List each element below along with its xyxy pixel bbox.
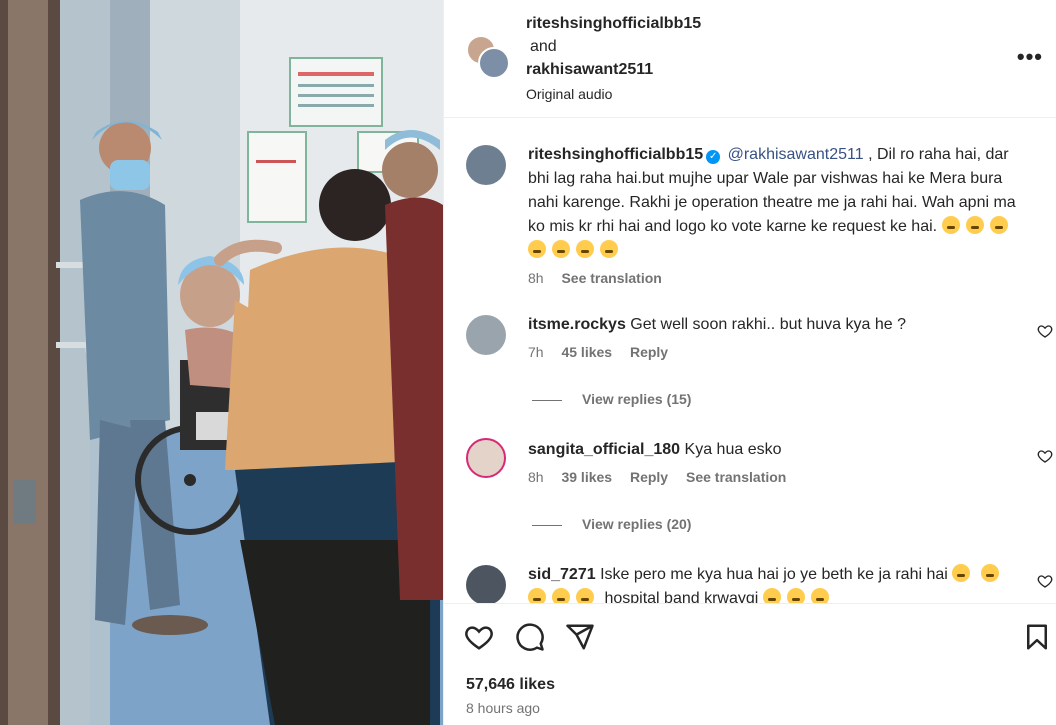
verified-badge-icon: ✓: [706, 150, 721, 164]
post-likes-count[interactable]: 57,646 likes: [466, 676, 555, 694]
post-media[interactable]: [0, 0, 443, 725]
comment-username[interactable]: sangita_official_180: [528, 441, 680, 458]
comment-text: Kya hua esko: [684, 441, 782, 458]
laughing-face-icon: [952, 564, 971, 582]
comment-username[interactable]: itsme.rockys: [528, 316, 626, 333]
post-actions: 57,646 likes 8 hours ago: [444, 603, 1056, 725]
hospital-scene-image: [0, 0, 443, 725]
laughing-face-icon: [528, 588, 546, 603]
reply-button[interactable]: Reply: [630, 469, 668, 485]
view-replies-button[interactable]: View replies (15): [532, 391, 691, 407]
laughing-face-icon: [810, 588, 829, 603]
save-bookmark-icon[interactable]: [1022, 622, 1052, 652]
more-options-icon[interactable]: •••: [1017, 44, 1043, 70]
author-username-2[interactable]: rakhisawant2511: [526, 58, 701, 81]
pleading-face-icon: [941, 216, 960, 234]
post-authors: riteshsinghofficialbb15 and rakhisawant2…: [526, 12, 701, 106]
caption-meta: 8h See translation: [528, 269, 1018, 287]
pleading-face-icon: [965, 216, 984, 234]
caption-body: riteshsinghofficialbb15 ✓ @rakhisawant251…: [528, 143, 1018, 287]
caption-time[interactable]: 8h: [528, 270, 544, 286]
see-translation-button[interactable]: See translation: [686, 469, 786, 485]
reply-button[interactable]: Reply: [630, 344, 668, 360]
avatar[interactable]: [466, 565, 506, 603]
like-comment-heart-icon[interactable]: [1037, 323, 1053, 339]
caption-mention[interactable]: @rakhisawant2511: [728, 146, 864, 163]
like-comment-heart-icon[interactable]: [1037, 448, 1053, 464]
see-translation-button[interactable]: See translation: [561, 270, 661, 286]
post-header: riteshsinghofficialbb15 and rakhisawant2…: [444, 0, 1056, 118]
audio-label[interactable]: Original audio: [526, 83, 701, 106]
collab-avatars[interactable]: [466, 35, 510, 79]
comment-meta: 8h 39 likes Reply See translation: [528, 468, 1018, 486]
share-paper-plane-icon[interactable]: [565, 622, 595, 652]
laughing-face-icon: [552, 588, 570, 603]
pleading-face-icon: [528, 240, 546, 258]
pleading-face-icon: [600, 240, 618, 258]
post-timestamp[interactable]: 8 hours ago: [466, 700, 540, 716]
replies-divider: [532, 524, 562, 526]
caption-username[interactable]: riteshsinghofficialbb15: [528, 146, 703, 163]
replies-divider: [532, 399, 562, 401]
pleading-face-icon: [552, 240, 570, 258]
pleading-face-icon: [576, 240, 594, 258]
comment-body: itsme.rockys Get well soon rakhi.. but h…: [528, 313, 1018, 361]
laughing-face-icon: [762, 588, 781, 603]
view-replies-label[interactable]: View replies (15): [582, 391, 691, 407]
view-replies-label[interactable]: View replies (20): [582, 516, 691, 532]
view-replies-button[interactable]: View replies (20): [532, 516, 691, 532]
avatar[interactable]: [466, 315, 506, 355]
comment-username[interactable]: sid_7271: [528, 566, 596, 583]
comment-text: Get well soon rakhi.. but huva kya he ?: [630, 316, 907, 333]
laughing-face-icon: [576, 588, 594, 603]
avatar-story-ring[interactable]: [466, 438, 506, 478]
like-comment-heart-icon[interactable]: [1037, 573, 1053, 589]
laughing-face-icon: [786, 588, 805, 603]
avatar[interactable]: [466, 145, 506, 185]
comment-body: sid_7271 Iske pero me kya hua hai jo ye …: [528, 563, 1018, 603]
comment-body: sangita_official_180 Kya hua esko 8h 39 …: [528, 438, 1018, 486]
post-panel: riteshsinghofficialbb15 and rakhisawant2…: [443, 0, 1056, 725]
comment-meta: 7h 45 likes Reply: [528, 343, 1018, 361]
pleading-face-icon: [989, 216, 1008, 234]
comment-time[interactable]: 8h: [528, 469, 544, 485]
comment-likes[interactable]: 45 likes: [561, 344, 612, 360]
comment-text: Iske pero me kya hua hai jo ye beth ke j…: [600, 566, 948, 583]
comment-likes[interactable]: 39 likes: [561, 469, 612, 485]
comments-list[interactable]: riteshsinghofficialbb15 ✓ @rakhisawant251…: [444, 119, 1056, 603]
like-heart-icon[interactable]: [464, 622, 494, 652]
author-username-1[interactable]: riteshsinghofficialbb15: [526, 12, 701, 35]
avatar[interactable]: [478, 47, 510, 79]
and-label: and: [530, 38, 557, 55]
laughing-face-icon: [980, 564, 999, 582]
comment-text-continued: hospital band krwayqi: [604, 590, 759, 603]
comment-bubble-icon[interactable]: [515, 622, 545, 652]
comment-time[interactable]: 7h: [528, 344, 544, 360]
